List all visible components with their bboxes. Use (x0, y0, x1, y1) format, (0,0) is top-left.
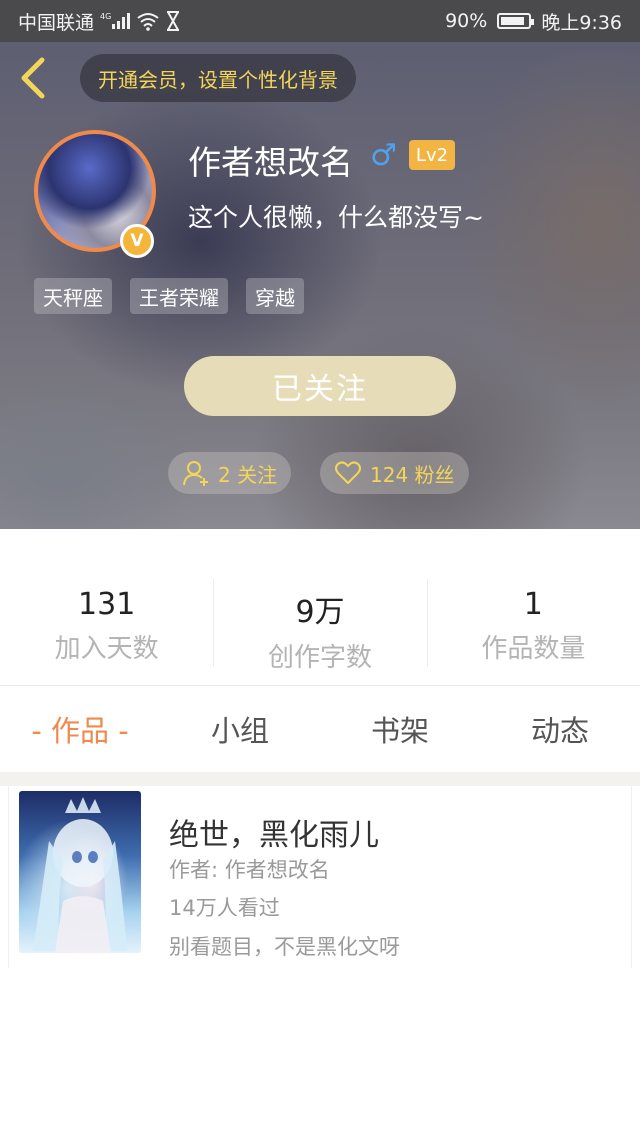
stat-work-count: 1 作品数量 (426, 529, 640, 685)
level-badge: Lv2 (409, 140, 455, 170)
chevron-left-icon (21, 57, 45, 99)
tab-works[interactable]: - 作品 - (0, 686, 160, 772)
heart-icon (335, 461, 361, 484)
tag-item[interactable]: 天秤座 (34, 278, 112, 314)
tab-groups[interactable]: 小组 (160, 686, 320, 772)
carrier-label: 中国联通 (18, 11, 95, 34)
avatar[interactable]: V (34, 130, 156, 258)
user-bio: 这个人很懒，什么都没写~ (188, 203, 484, 232)
book-title: 绝世，黑化雨儿 (169, 818, 379, 853)
vip-banner-button[interactable]: 开通会员，设置个性化背景 (80, 54, 356, 102)
section-divider (0, 772, 640, 786)
stat-value: 1 (523, 587, 543, 622)
tab-bookshelf[interactable]: 书架 (320, 686, 480, 772)
user-add-icon (183, 461, 208, 486)
network-type-label: 4G (100, 12, 111, 21)
list-item[interactable]: 绝世，黑化雨儿 作者: 作者想改名 14万人看过 别看题目，不是黑化文呀 (8, 786, 632, 968)
wifi-icon (136, 11, 160, 31)
tag-list: 天秤座 王者荣耀 穿越 (34, 278, 304, 314)
battery-icon (497, 13, 535, 29)
book-author: 作者: 作者想改名 (169, 858, 330, 882)
book-cover-image (19, 791, 141, 953)
followers-button[interactable]: 124 粉丝 (320, 452, 469, 494)
status-bar: 中国联通 4G 90% 晚上9:36 (0, 0, 640, 42)
cellular-signal-icon: 4G (100, 11, 131, 31)
tab-activity[interactable]: 动态 (480, 686, 640, 772)
stat-label: 作品数量 (481, 634, 586, 664)
male-gender-icon: ♂ (370, 138, 397, 173)
tag-item[interactable]: 穿越 (246, 278, 304, 314)
username: 作者想改名 (188, 143, 353, 182)
profile-tabs: - 作品 - 小组 书架 动态 (0, 686, 640, 772)
stat-label: 加入天数 (54, 634, 159, 664)
back-button[interactable] (14, 56, 54, 100)
stats-row: 131 加入天数 9万 创作字数 1 作品数量 (0, 529, 640, 686)
following-label: 2 关注 (218, 462, 278, 487)
battery-percent: 90% (445, 10, 488, 32)
following-button[interactable]: 2 关注 (168, 452, 292, 494)
hourglass-icon (166, 11, 180, 31)
stat-word-count: 9万 创作字数 (213, 529, 426, 685)
stat-label: 创作字数 (267, 643, 372, 673)
tag-item[interactable]: 王者荣耀 (130, 278, 228, 314)
followed-button[interactable]: 已关注 (184, 356, 456, 416)
book-description: 别看题目，不是黑化文呀 (169, 935, 400, 959)
profile-header: 开通会员，设置个性化背景 V 作者想改名 ♂ Lv2 这个人很懒，什么都没写~ … (0, 42, 640, 529)
book-views: 14万人看过 (169, 896, 280, 920)
verified-badge: V (120, 224, 154, 258)
clock: 晚上9:36 (541, 11, 622, 34)
stat-value: 9万 (295, 595, 345, 630)
stat-join-days: 131 加入天数 (0, 529, 213, 685)
stat-value: 131 (78, 587, 136, 622)
followers-label: 124 粉丝 (370, 462, 455, 487)
